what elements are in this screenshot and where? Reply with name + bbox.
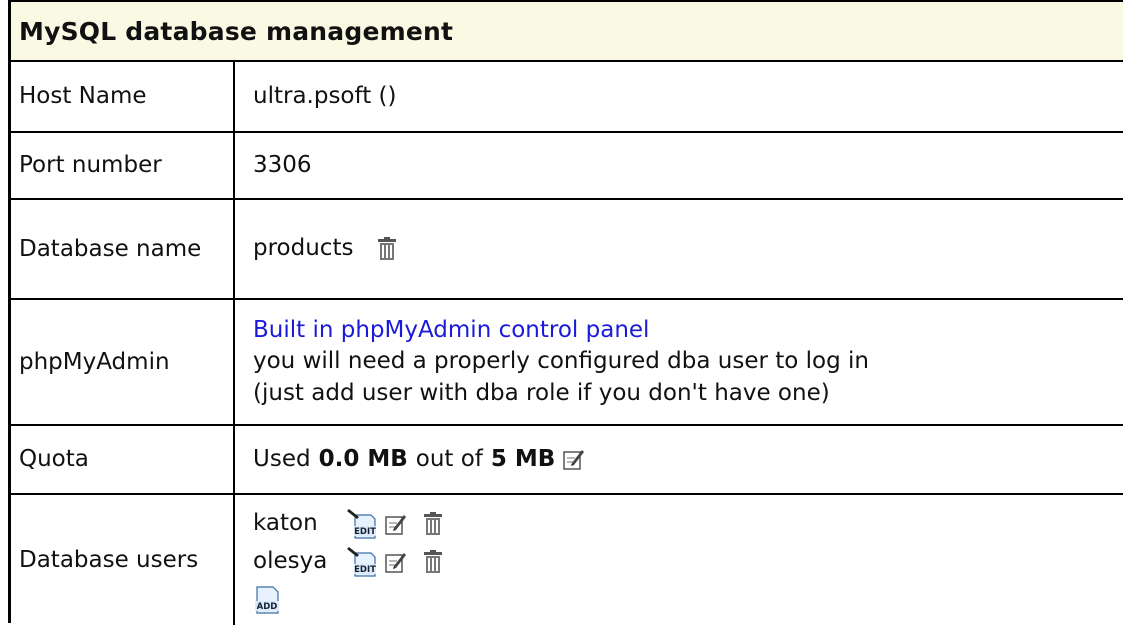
user-item-olesya: olesya EDIT [253,543,1105,581]
port-label: Port number [11,133,235,198]
quota-prefix: Used [253,445,311,472]
dbname-value-cell: products [235,200,1123,298]
trash-icon[interactable] [423,512,443,536]
phpmyadmin-note-line2: (just add user with dba role if you don'… [253,379,830,406]
port-value: 3306 [253,151,312,178]
phpmyadmin-label: phpMyAdmin [11,300,235,424]
edit-note-icon[interactable] [563,448,585,471]
quota-middle: out of [415,445,483,472]
add-doc-label: ADD [257,602,278,612]
host-label: Host Name [11,62,235,131]
host-value-cell: ultra.psoft () [235,62,1123,131]
host-row: Host Name ultra.psoft () [11,62,1123,133]
dbname-value: products [253,235,354,262]
trash-icon[interactable] [377,236,397,261]
phpmyadmin-note-line1: you will need a properly configured dba … [253,348,869,375]
users-value-cell: katon EDIT olesya EDIT ADD [235,495,1123,625]
port-value-cell: 3306 [235,133,1123,198]
panel-title: MySQL database management [11,2,1123,62]
users-label: Database users [11,495,235,625]
dbname-label: Database name [11,200,235,298]
mysql-management-panel: MySQL database management Host Name ultr… [8,0,1123,625]
phpmyadmin-row: phpMyAdmin Built in phpMyAdmin control p… [11,300,1123,426]
quota-label: Quota [11,426,235,493]
quota-used: 0.0 MB [318,445,408,472]
edit-note-icon[interactable] [385,513,407,535]
users-row: Database users katon EDIT olesya EDIT AD… [11,495,1123,625]
trash-icon[interactable] [423,550,443,574]
quota-row: Quota Used 0.0 MB out of 5 MB [11,426,1123,495]
quota-value-cell: Used 0.0 MB out of 5 MB [235,426,1123,493]
host-value: ultra.psoft () [253,82,397,109]
user-name: katon [253,510,318,537]
quota-total: 5 MB [490,445,556,472]
edit-note-icon[interactable] [385,551,407,573]
edit-doc-label: EDIT [354,565,376,575]
edit-document-icon[interactable]: EDIT [347,546,377,578]
add-document-icon[interactable]: ADD [253,585,281,615]
phpmyadmin-link[interactable]: Built in phpMyAdmin control panel [253,315,1105,346]
port-row: Port number 3306 [11,133,1123,200]
edit-doc-label: EDIT [354,527,376,537]
phpmyadmin-value-cell: Built in phpMyAdmin control panel you wi… [235,300,1123,424]
user-name: olesya [253,548,328,575]
add-user-row: ADD [253,581,1105,619]
user-item-katon: katon EDIT [253,505,1105,543]
edit-document-icon[interactable]: EDIT [347,508,377,540]
dbname-row: Database name products [11,200,1123,300]
